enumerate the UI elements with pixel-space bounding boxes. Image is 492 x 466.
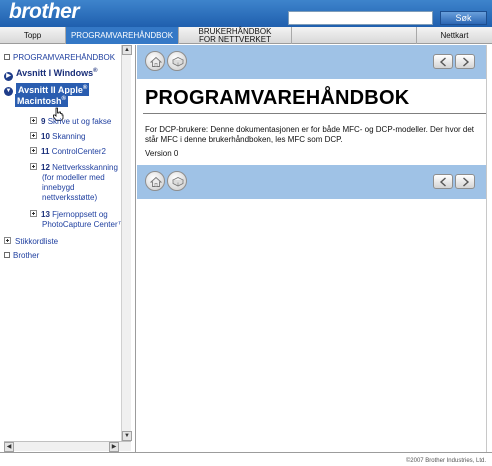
toc-item-label: Avsnitt I Windows [16, 68, 94, 78]
chevron-right-icon [463, 57, 470, 67]
chapter-number: 12 [41, 163, 50, 172]
main-content: PROGRAMVAREHÅNDBOK For DCP-brukere: Denn… [137, 45, 492, 452]
version-label: Version 0 [145, 149, 179, 158]
toc-item-chapter-12[interactable]: 12 Nettverksskanning (for modeller med i… [30, 163, 130, 203]
intro-paragraph: For DCP-brukere: Denne dokumentasjonen e… [145, 125, 475, 144]
contents-button[interactable] [167, 51, 187, 71]
expand-plus-icon [30, 147, 37, 154]
scroll-up-arrow-icon[interactable]: ▲ [122, 45, 132, 55]
toc-item-chapter-13[interactable]: 13 Fjernoppsett og PhotoCapture Center™ [30, 210, 130, 230]
toc-item-index[interactable]: Stikkordliste [4, 237, 58, 247]
brother-logo[interactable]: brother [9, 0, 80, 24]
toc-item-chapter-11[interactable]: 11 ControlCenter2 [30, 147, 106, 157]
tab-software-guide[interactable]: PROGRAMVAREHÅNDBOK [66, 27, 179, 44]
toc-item-chapter-10[interactable]: 10 Skanning [30, 132, 86, 142]
tab-sitemap[interactable]: Nettkart [416, 27, 492, 44]
toc-item-windows-section[interactable]: ▶ Avsnitt I Windows® [4, 66, 98, 81]
toc-item-label-selected-line2: Macintosh® [15, 94, 68, 107]
bottom-page-toolbar [137, 165, 492, 199]
footer: ©2007 Brother Industries, Ltd. [0, 452, 492, 466]
page-title: PROGRAMVAREHÅNDBOK [145, 87, 410, 109]
book-icon [172, 177, 184, 187]
toc-item-label: Nettverksskanning (for modeller med inne… [42, 163, 118, 202]
home-icon [149, 56, 163, 67]
tab-network-label-line2: FOR NETTVERKET [198, 35, 271, 44]
expand-plus-icon [4, 237, 11, 244]
toc-item-brother[interactable]: Brother [4, 251, 39, 261]
chevron-left-icon [439, 57, 446, 67]
toc-item-label: Stikkordliste [15, 237, 59, 246]
search-button[interactable]: Søk [440, 11, 487, 25]
top-navigation: Topp PROGRAMVAREHÅNDBOK BRUKERHÅNDBOK FO… [0, 27, 492, 44]
toc-item-chapter-9[interactable]: 9 Skrive ut og fakse [30, 117, 111, 127]
previous-page-button-bottom[interactable] [433, 174, 453, 189]
top-page-toolbar [137, 45, 492, 79]
page-bullet-icon [4, 54, 10, 60]
expand-plus-icon [30, 117, 37, 124]
scroll-left-arrow-icon[interactable]: ◀ [4, 442, 14, 452]
book-icon [172, 57, 184, 67]
chapter-number: 13 [41, 210, 50, 219]
toc-item-label: Brother [13, 251, 40, 260]
title-divider [143, 113, 486, 114]
scroll-right-arrow-icon[interactable]: ▶ [109, 442, 119, 452]
sidebar-vertical-scrollbar[interactable]: ▲ ▼ [121, 45, 132, 443]
toc-sidebar: PROGRAMVAREHÅNDBOK ▶ Avsnitt I Windows® ▼… [0, 45, 136, 452]
next-page-button-bottom[interactable] [455, 174, 475, 189]
registered-mark: ® [93, 68, 98, 74]
home-button-bottom[interactable] [145, 171, 165, 191]
chapter-number: 11 [41, 147, 50, 156]
chapter-number: 10 [41, 132, 50, 141]
expand-arrow-icon: ▶ [4, 72, 13, 81]
toc-item-macintosh-section[interactable]: ▼ Avsnitt II Apple® Macintosh® [4, 83, 124, 107]
collapse-arrow-icon: ▼ [4, 87, 13, 96]
expand-plus-icon [30, 210, 37, 217]
chevron-right-icon [463, 177, 470, 187]
scroll-down-arrow-icon[interactable]: ▼ [122, 431, 132, 441]
sidebar-horizontal-scrollbar[interactable]: ◀ ▶ [4, 441, 131, 452]
header: brother Søk Topp PROGRAMVAREHÅNDBOK BRUK… [0, 0, 492, 44]
tab-topp[interactable]: Topp [0, 27, 66, 44]
toc-item-label: ControlCenter2 [51, 147, 106, 156]
previous-page-button[interactable] [433, 54, 453, 69]
chevron-left-icon [439, 177, 446, 187]
next-page-button[interactable] [455, 54, 475, 69]
expand-plus-icon [30, 132, 37, 139]
chapter-number: 9 [41, 117, 46, 126]
toc-item-label: PROGRAMVAREHÅNDBOK [13, 53, 116, 62]
toc-item-label: Fjernoppsett og PhotoCapture Center™ [42, 210, 126, 229]
search-input[interactable] [288, 11, 433, 25]
expand-plus-icon [30, 163, 37, 170]
toc-item-label: Skanning [52, 132, 86, 141]
copyright-text: ©2007 Brother Industries, Ltd. [405, 458, 486, 464]
toc-item-programvarehandbok[interactable]: PROGRAMVAREHÅNDBOK [4, 53, 124, 63]
brand-bar: brother Søk [0, 0, 492, 27]
contents-button-bottom[interactable] [167, 171, 187, 191]
main-vertical-scrollbar[interactable] [486, 45, 492, 452]
tab-network-guide[interactable]: BRUKERHÅNDBOK FOR NETTVERKET [179, 27, 292, 44]
home-icon [149, 176, 163, 187]
home-button[interactable] [145, 51, 165, 71]
page-bullet-icon [4, 252, 10, 258]
toc-item-label: Skrive ut og fakse [47, 117, 112, 126]
